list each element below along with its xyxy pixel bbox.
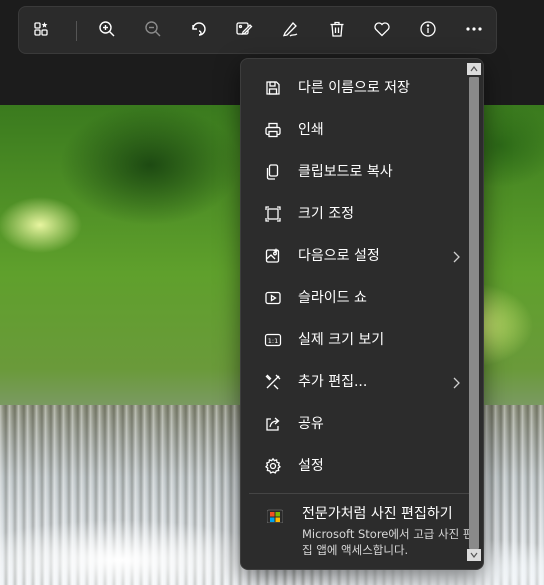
more-options-icon [465, 20, 483, 42]
zoom-out-icon [144, 20, 162, 42]
scrollbar-thumb[interactable] [469, 77, 479, 549]
photo-toolbar [18, 6, 497, 54]
delete-icon [328, 20, 346, 42]
menu-item-label: 설정 [298, 458, 324, 474]
share-icon [264, 415, 282, 433]
menu-item-label: 크기 조정 [298, 206, 354, 222]
menu-scrollbar[interactable] [467, 63, 481, 561]
slideshow-icon [264, 289, 282, 307]
menu-item-label: 공유 [298, 416, 324, 432]
draw-icon [281, 20, 299, 42]
menu-item-label: 실제 크기 보기 [298, 332, 385, 348]
menu-item-copy-to-clipboard[interactable]: 클립보드로 복사 [247, 153, 469, 191]
rotate-button[interactable] [186, 18, 212, 44]
info-button[interactable] [415, 18, 441, 44]
menu-item-resize[interactable]: 크기 조정 [247, 195, 469, 233]
draw-button[interactable] [277, 18, 303, 44]
scroll-up-arrow-icon[interactable] [467, 63, 481, 75]
menu-item-save-as[interactable]: 다른 이름으로 저장 [247, 69, 469, 107]
menu-item-actual-size[interactable]: 1:1 실제 크기 보기 [247, 321, 469, 359]
set-as-icon [264, 247, 282, 265]
menu-item-label: 다른 이름으로 저장 [298, 80, 410, 96]
favorite-button[interactable] [369, 18, 395, 44]
edit-image-button[interactable] [231, 18, 257, 44]
more-edit-icon [264, 373, 282, 391]
info-icon [419, 20, 437, 42]
menu-item-share[interactable]: 공유 [247, 405, 469, 443]
more-options-menu: 다른 이름으로 저장 인쇄 클립보드로 복사 크기 조정 다음으로 설정 슬라이… [240, 58, 484, 570]
toolbar-divider [76, 21, 77, 41]
favorite-icon [373, 20, 391, 42]
print-icon [264, 121, 282, 139]
menu-item-label: 추가 편집... [298, 374, 368, 390]
delete-button[interactable] [324, 18, 350, 44]
actual-size-icon: 1:1 [264, 331, 282, 349]
menu-item-print[interactable]: 인쇄 [247, 111, 469, 149]
zoom-in-button[interactable] [94, 18, 120, 44]
menu-item-set-as[interactable]: 다음으로 설정 [247, 237, 469, 275]
more-options-button[interactable] [461, 18, 487, 44]
settings-icon [264, 457, 282, 475]
menu-item-label: 다음으로 설정 [298, 248, 380, 264]
promo-title: 전문가처럼 사진 편집하기 [302, 506, 453, 522]
gallery-button[interactable] [29, 18, 55, 44]
menu-item-label: 인쇄 [298, 122, 324, 138]
resize-icon [264, 205, 282, 223]
menu-item-label: 슬라이드 쇼 [298, 290, 367, 306]
menu-item-more-edit[interactable]: 추가 편집... [247, 363, 469, 401]
menu-item-settings[interactable]: 설정 [247, 447, 469, 485]
menu-item-edit-like-pro[interactable]: 전문가처럼 사진 편집하기 Microsoft Store에서 고급 사진 편집… [247, 499, 473, 563]
menu-item-label: 클립보드로 복사 [298, 164, 393, 180]
microsoft-store-icon [266, 507, 284, 524]
copy-icon [264, 163, 282, 181]
scroll-down-arrow-icon[interactable] [467, 549, 481, 561]
svg-text:1:1: 1:1 [268, 337, 278, 345]
save-icon [264, 79, 282, 97]
menu-divider [249, 493, 477, 494]
rotate-icon [190, 20, 208, 42]
zoom-in-icon [98, 20, 116, 42]
gallery-icon [33, 20, 51, 42]
menu-item-slideshow[interactable]: 슬라이드 쇼 [247, 279, 469, 317]
zoom-out-button[interactable] [140, 18, 166, 44]
chevron-right-icon [451, 375, 461, 389]
edit-image-icon [235, 20, 253, 42]
chevron-right-icon [451, 249, 461, 263]
promo-description: Microsoft Store에서 고급 사진 편집 앱에 액세스합니다. [302, 527, 474, 557]
